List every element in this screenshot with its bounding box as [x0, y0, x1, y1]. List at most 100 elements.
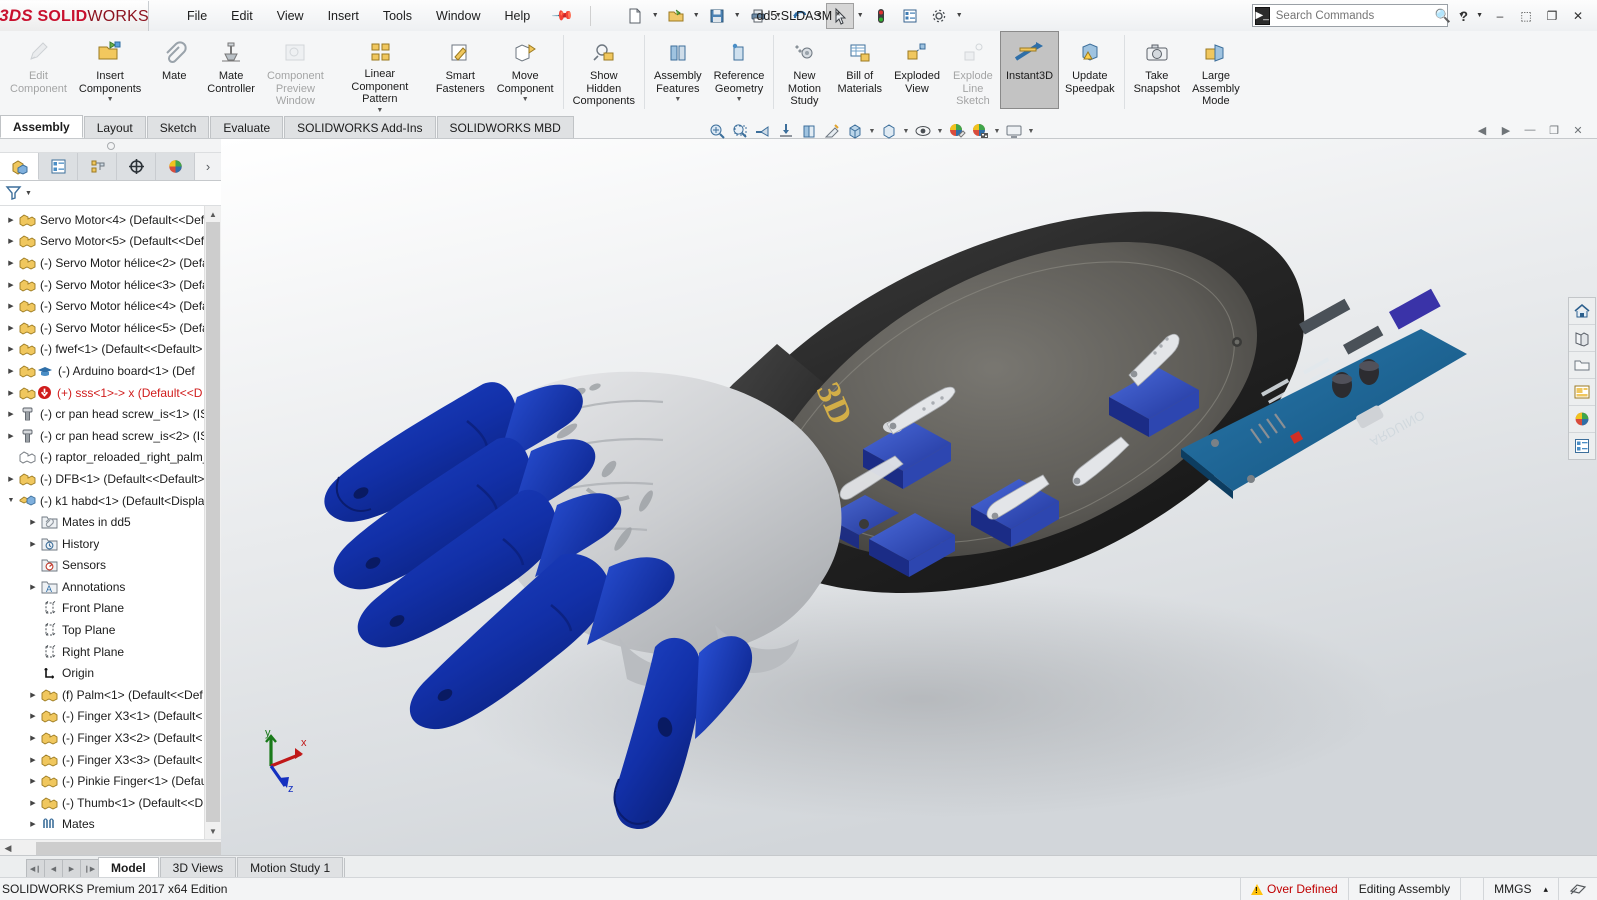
appearances-scenes-icon[interactable]	[1569, 406, 1595, 433]
view-orientation-icon[interactable]	[798, 120, 820, 142]
tree-item[interactable]: ▶ (-) Thumb<1> (Default<<D	[0, 792, 221, 814]
chevron-down-icon[interactable]: ▼	[522, 96, 529, 103]
tab-3d-views[interactable]: 3D Views	[159, 857, 237, 878]
tab-evaluate[interactable]: Evaluate	[210, 116, 284, 138]
tree-item[interactable]: Right Plane	[0, 641, 221, 663]
printer-icon[interactable]	[744, 3, 772, 29]
tree-item[interactable]: ▶ (-) Finger X3<3> (Default<	[0, 749, 221, 771]
menu-help[interactable]: Help	[493, 6, 543, 26]
view-palette-icon[interactable]	[1569, 379, 1595, 406]
next-document-button[interactable]: ▶	[1495, 120, 1517, 140]
display-style-caret-icon[interactable]: ▼	[901, 120, 911, 142]
ribbon-show-hidden-components[interactable]: Show Hidden Components	[567, 31, 641, 109]
ribbon-take-snapshot[interactable]: Take Snapshot	[1128, 31, 1186, 109]
previous-tab-button[interactable]: ◀	[44, 859, 63, 878]
expand-chevron-icon[interactable]: ▶	[4, 216, 18, 224]
design-library-icon[interactable]	[1569, 325, 1595, 352]
sidebar-item-display-manager[interactable]	[156, 153, 195, 180]
status-units[interactable]: MMGS ▴	[1483, 878, 1558, 900]
expand-chevron-icon[interactable]: ▶	[26, 799, 40, 807]
tree-item[interactable]: ▶ (+) sss<1>-> x (Default<<D	[0, 382, 221, 404]
prosthetic-hand-3d-model[interactable]: ARDUINO Pioneer 3D	[221, 139, 1597, 856]
tree-item[interactable]: ▶ Mates in dd5	[0, 511, 221, 533]
menu-file[interactable]: File	[175, 6, 219, 26]
tree-item[interactable]: ▶ Servo Motor<4> (Default<<Def	[0, 209, 221, 231]
view-settings-icon[interactable]	[1003, 120, 1025, 142]
zoom-to-fit-icon[interactable]	[706, 120, 728, 142]
feature-tree-filter-bar[interactable]: ▼	[0, 181, 221, 206]
ribbon-move-component[interactable]: Move Component ▼	[491, 31, 560, 109]
tree-item[interactable]: (-) raptor_reloaded_right_palm_	[0, 447, 221, 469]
tree-item[interactable]: ▶ (-) Finger X3<2> (Default<	[0, 727, 221, 749]
expand-chevron-icon[interactable]: ▶	[26, 691, 40, 699]
new-document-caret-icon[interactable]: ▼	[650, 4, 661, 28]
search-magnifier-icon[interactable]: 🔍	[1435, 8, 1451, 24]
hide-show-items-icon[interactable]	[912, 120, 934, 142]
scroll-thumb[interactable]	[206, 222, 220, 822]
scroll-track[interactable]	[16, 841, 276, 855]
ribbon-bill-of-materials[interactable]: Bill of Materials	[831, 31, 888, 109]
first-tab-button[interactable]: ◀❙	[26, 859, 45, 878]
ribbon-exploded-view[interactable]: Exploded View	[888, 31, 946, 109]
expand-chevron-icon[interactable]: ▶	[26, 540, 40, 548]
scroll-up-button[interactable]: ▲	[205, 206, 221, 222]
help-caret-icon[interactable]: ▼	[1472, 12, 1487, 19]
ribbon-large-assembly-mode[interactable]: Large Assembly Mode	[1186, 31, 1246, 109]
help-button[interactable]: ?	[1456, 8, 1473, 24]
expand-chevron-icon[interactable]: ▶	[4, 281, 18, 289]
edit-appearance-icon[interactable]	[946, 120, 968, 142]
ribbon-edit-component[interactable]: Edit Component	[4, 31, 73, 109]
apply-scene-caret-icon[interactable]: ▼	[992, 120, 1002, 142]
tree-item[interactable]: ▶ (-) Servo Motor hélice<2> (Defa	[0, 252, 221, 274]
filter-caret-icon[interactable]: ▼	[25, 190, 32, 197]
expand-chevron-icon[interactable]: ▶	[26, 777, 40, 785]
expand-chevron-icon[interactable]: ▶	[4, 389, 18, 397]
select-caret-icon[interactable]: ▼	[855, 4, 866, 28]
graphics-area[interactable]: ARDUINO Pioneer 3D	[221, 139, 1597, 856]
search-input[interactable]	[1273, 8, 1432, 23]
minimize-button[interactable]: –	[1487, 5, 1513, 27]
expand-chevron-icon[interactable]: ▶	[4, 237, 18, 245]
document-minimize-button[interactable]: —	[1519, 120, 1541, 140]
save-floppy-icon[interactable]	[703, 3, 731, 29]
expand-chevron-icon[interactable]: ▶	[4, 432, 18, 440]
tree-item[interactable]: Top Plane	[0, 619, 221, 641]
expand-chevron-icon[interactable]: ▶	[26, 756, 40, 764]
maximize-button[interactable]: ❐	[1539, 5, 1565, 27]
menu-insert[interactable]: Insert	[316, 6, 371, 26]
tree-item[interactable]: ▶ Mates	[0, 814, 221, 836]
sidebar-item-property-manager[interactable]	[39, 153, 78, 180]
tab-solidworks-addins[interactable]: SOLIDWORKS Add-Ins	[284, 116, 436, 138]
apply-scene-icon[interactable]	[969, 120, 991, 142]
expand-chevron-icon[interactable]: ▶	[26, 518, 40, 526]
tab-model[interactable]: Model	[98, 857, 159, 878]
document-close-button[interactable]: ✕	[1567, 120, 1589, 140]
tab-solidworks-mbd[interactable]: SOLIDWORKS MBD	[436, 116, 574, 138]
collapse-chevron-icon[interactable]: ▼	[4, 497, 18, 504]
scroll-down-button[interactable]: ▼	[205, 823, 221, 839]
feature-tree[interactable]: ▶ Servo Motor<4> (Default<<Def ▶ Servo Moto…	[0, 206, 221, 839]
tab-layout[interactable]: Layout	[83, 116, 146, 138]
expand-chevron-icon[interactable]: ▶	[4, 410, 18, 418]
ribbon-insert-components[interactable]: Insert Components ▼	[73, 31, 147, 109]
zoom-to-area-icon[interactable]	[729, 120, 751, 142]
ribbon-reference-geometry[interactable]: Reference Geometry ▼	[708, 31, 771, 109]
ribbon-linear-component-pattern[interactable]: Linear Component Pattern ▼	[330, 31, 430, 114]
tree-item[interactable]: ▶ (f) Palm<1> (Default<<Def	[0, 684, 221, 706]
sidebar-item-configuration-manager[interactable]	[78, 153, 117, 180]
tab-sketch[interactable]: Sketch	[146, 116, 210, 138]
view-orientation-caret-icon[interactable]: ▼	[867, 120, 877, 142]
tree-item[interactable]: ▶ A Annotations	[0, 576, 221, 598]
tree-item[interactable]: Origin	[0, 662, 221, 684]
document-restore-button[interactable]: ❐	[1543, 120, 1565, 140]
home-tab-icon[interactable]	[1569, 298, 1595, 325]
tree-item[interactable]: ▶ Servo Motor<5> (Default<<Def	[0, 231, 221, 253]
tree-item[interactable]: ▶ (-) Servo Motor hélice<4> (Defa	[0, 295, 221, 317]
ribbon-explode-line-sketch[interactable]: Explode Line Sketch	[946, 31, 1000, 109]
view-settings-caret-icon[interactable]: ▼	[1026, 120, 1036, 142]
expand-chevron-icon[interactable]: ▶	[4, 367, 18, 375]
tree-item[interactable]: ▶ History	[0, 533, 221, 555]
expand-chevron-icon[interactable]: ▶	[26, 712, 40, 720]
undo-arrow-icon[interactable]	[785, 3, 813, 29]
print-caret-icon[interactable]: ▼	[773, 4, 784, 28]
